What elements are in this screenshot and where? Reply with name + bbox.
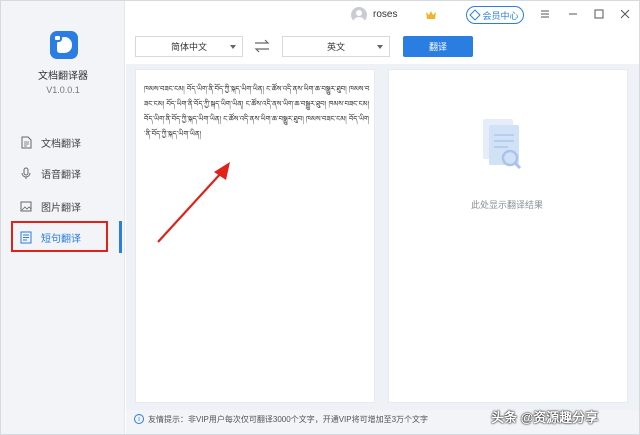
sidebar-item-label: 文档翻译 [41, 138, 81, 150]
watermark: 头条 @资源趣分享 [491, 410, 599, 425]
app-version: V1.0.0.1 [46, 85, 80, 95]
target-language-value: 英文 [326, 42, 345, 52]
member-center-button[interactable]: 会员中心 [466, 6, 524, 24]
source-language-value: 简体中文 [170, 42, 207, 52]
target-language-select[interactable]: 英文 [282, 36, 390, 57]
sidebar: 文档翻译器 V1.0.0.1 文档翻译 语音翻译 图片翻译 短句翻译 [1, 1, 125, 434]
annotation-arrow [157, 162, 230, 243]
avatar[interactable] [351, 7, 367, 23]
member-center-label: 会员中心 [482, 10, 519, 21]
footer-tip: 友情提示：非VIP用户每次仅可翻译3000个文字，开通VIP将可增加至3万个文字 [148, 415, 429, 424]
image-icon [19, 199, 33, 213]
annotation-highlight-box [11, 221, 108, 252]
swap-languages-icon[interactable] [253, 38, 271, 54]
maximize-icon[interactable] [591, 6, 607, 22]
username[interactable]: roses [373, 9, 397, 20]
close-icon[interactable] [617, 6, 633, 22]
document-icon [19, 135, 33, 149]
source-text[interactable]: ཁམས་བཟང་ངམ། བོད་ཡིག་ནི་བོད་ཀྱི་སྐད་ཡིག་ཡ… [144, 82, 370, 142]
app-name: 文档翻译器 [38, 71, 88, 82]
vip-crown-icon[interactable] [425, 9, 437, 21]
translate-button[interactable]: 翻译 [403, 36, 473, 57]
sidebar-item-image-translate[interactable]: 图片翻译 [19, 193, 119, 219]
sidebar-item-label: 语音翻译 [41, 169, 81, 181]
app-logo-icon [50, 31, 78, 59]
chevron-down-icon [377, 45, 383, 49]
sidebar-item-voice-translate[interactable]: 语音翻译 [19, 160, 119, 186]
chevron-down-icon [230, 45, 236, 49]
active-indicator [119, 221, 122, 253]
info-icon: i [134, 414, 144, 424]
empty-document-icon [483, 119, 522, 170]
sidebar-item-document-translate[interactable]: 文档翻译 [19, 129, 119, 155]
sidebar-item-label: 图片翻译 [41, 202, 81, 214]
minimize-icon[interactable] [565, 6, 581, 22]
result-placeholder: 此处显示翻译结果 [470, 200, 543, 210]
diamond-icon [469, 9, 482, 21]
source-language-select[interactable]: 简体中文 [135, 36, 243, 57]
microphone-icon [19, 166, 33, 180]
menu-icon[interactable] [537, 6, 553, 22]
